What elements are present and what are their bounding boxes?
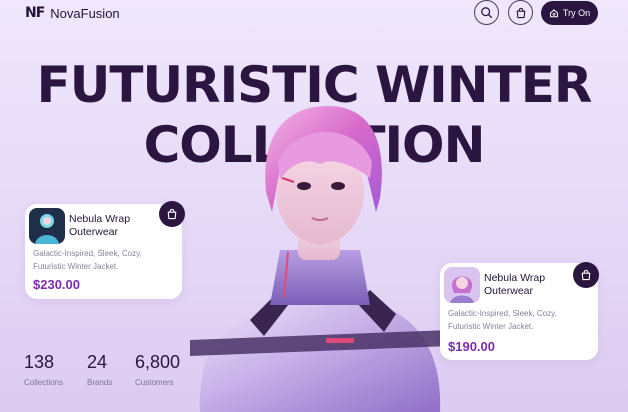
product-thumbnail[interactable] — [444, 267, 480, 303]
search-icon — [481, 7, 493, 19]
product-description: Galactic-Inspired, Sleek, Cozy, Futurist… — [448, 308, 557, 333]
product-name-line-1: Nebula Wrap — [484, 272, 546, 284]
product-description-line-2: Futuristic Winter Jacket. — [33, 261, 119, 271]
stat-label: Collections — [24, 378, 64, 387]
product-description-line-2: Futuristic Winter Jacket. — [448, 321, 534, 331]
stat-value: 138 — [24, 352, 55, 372]
brand-logo[interactable]: NF NovaFusion — [25, 5, 120, 21]
stat-value: 6,800 — [135, 352, 181, 372]
brand-name: NovaFusion — [50, 5, 120, 21]
landing-page: NF NovaFusion Try On FUTURISTIC WINTER C… — [0, 0, 628, 412]
try-on-button[interactable]: Try On — [541, 1, 598, 25]
product-price: $190.00 — [448, 339, 495, 354]
product-image — [29, 208, 65, 244]
shopping-bag-icon — [167, 208, 177, 220]
stat-customers: 6,800 Customers — [135, 352, 180, 387]
product-name-line-1: Nebula Wrap — [69, 213, 131, 225]
stat-label: Brands — [87, 378, 113, 387]
try-on-label: Try On — [562, 8, 591, 18]
product-description-line-1: Galactic-Inspired, Sleek, Cozy, — [448, 309, 557, 318]
stat-collections: 138 Collections — [24, 352, 63, 387]
product-price: $230.00 — [33, 277, 80, 292]
product-thumbnail[interactable] — [29, 208, 65, 244]
stat-value: 24 — [87, 352, 108, 372]
product-description-line-1: Galactic-Inspired, Sleek, Cozy, — [33, 249, 142, 258]
add-to-cart-button[interactable] — [159, 201, 185, 227]
model-figure-image — [190, 106, 450, 412]
product-name-line-2: Outerwear — [69, 226, 119, 238]
search-button[interactable] — [474, 0, 499, 25]
product-image — [444, 267, 480, 303]
brand-mark: NF — [25, 5, 45, 21]
product-description: Galactic-Inspired, Sleek, Cozy, Futurist… — [33, 248, 142, 273]
shopping-bag-icon — [581, 269, 591, 281]
product-name: Nebula Wrap Outerwear — [484, 272, 545, 298]
stat-brands: 24 Brands — [87, 352, 112, 387]
cart-button[interactable] — [508, 0, 533, 25]
stat-label: Customers — [135, 378, 174, 387]
product-name-line-2: Outerwear — [484, 285, 534, 297]
product-card[interactable]: Nebula Wrap Outerwear Galactic-Inspired,… — [25, 204, 182, 299]
add-to-cart-button[interactable] — [573, 262, 599, 288]
shopping-bag-icon — [516, 7, 525, 18]
home-icon — [549, 9, 558, 18]
product-name: Nebula Wrap Outerwear — [69, 213, 130, 239]
